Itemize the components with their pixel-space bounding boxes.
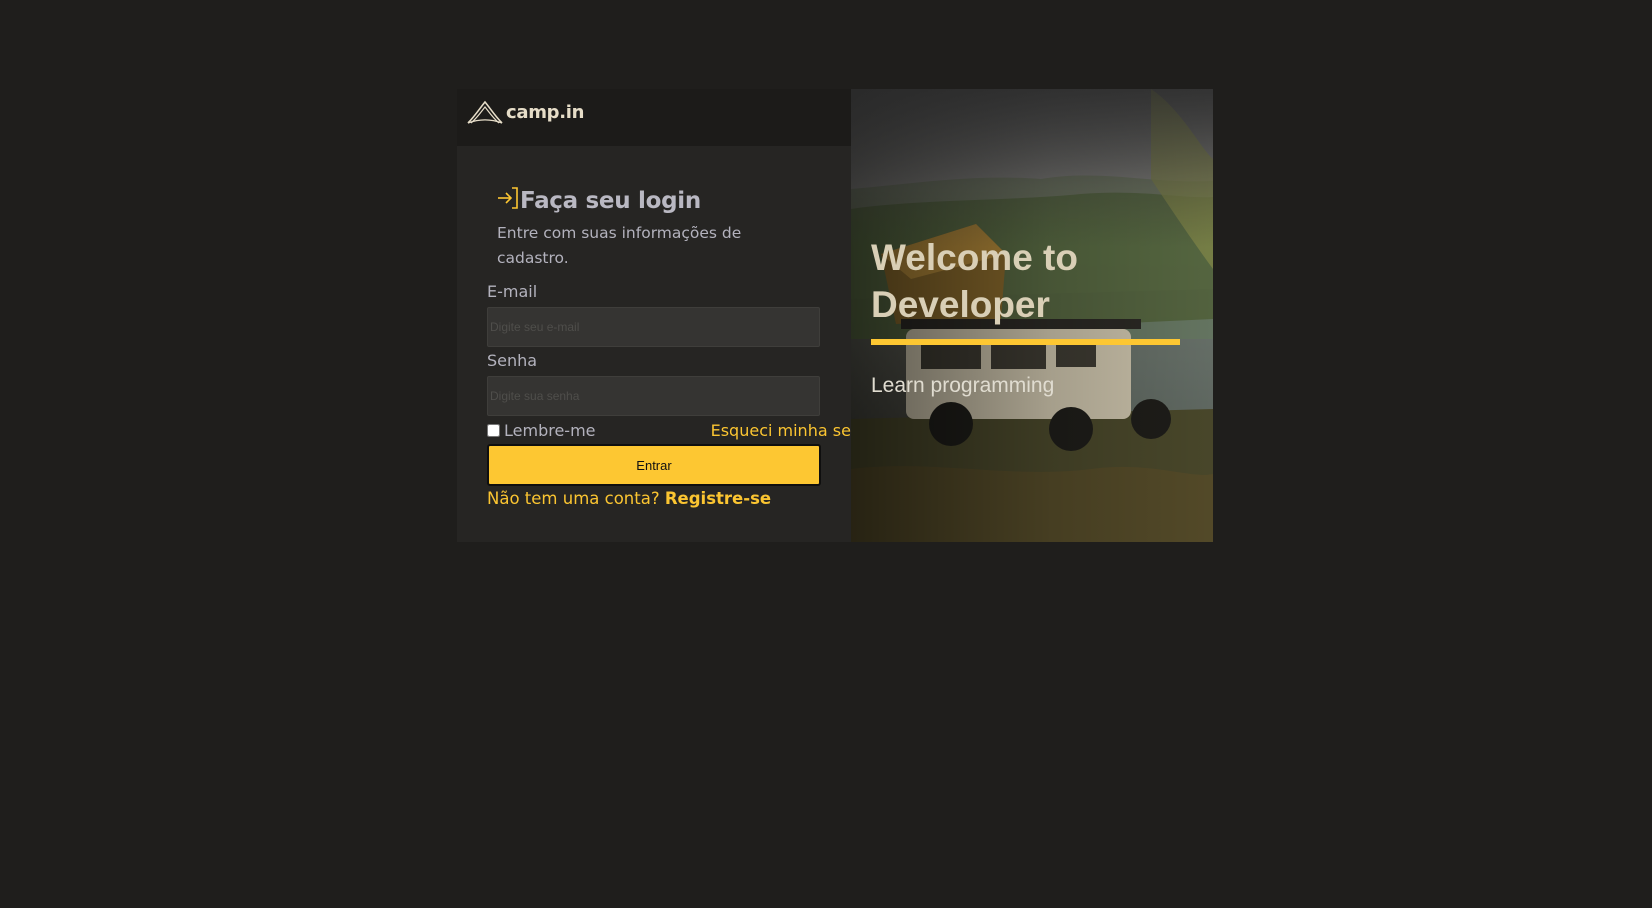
hero-panel: Welcome to Developer Learn programming (851, 89, 1213, 542)
login-title: Faça seu login (520, 188, 701, 214)
password-label: Senha (487, 351, 538, 370)
login-subtitle: Entre com suas informações de cadastro. (497, 224, 742, 267)
hero-title: Welcome to Developer (871, 237, 1078, 325)
login-button[interactable]: Entrar (487, 444, 821, 486)
remember-me-checkbox[interactable] (487, 424, 500, 437)
register-link[interactable]: Registre-se (665, 489, 771, 508)
hero-divider (871, 339, 1180, 345)
brand-name: camp.in (506, 102, 585, 123)
login-panel: camp.in Faça seu login Entre com suas in… (457, 89, 881, 542)
email-field[interactable] (487, 307, 820, 347)
email-label: E-mail (487, 282, 538, 301)
register-line: Não tem uma conta? Registre-se (487, 489, 771, 508)
login-heading: Faça seu login (497, 187, 701, 214)
tent-icon (467, 100, 503, 124)
register-prompt: Não tem uma conta? (487, 489, 660, 508)
password-field[interactable] (487, 376, 820, 416)
hero-subtitle: Learn programming (871, 374, 1055, 397)
brand-bar: camp.in (457, 89, 851, 146)
remember-me-label: Lembre-me (504, 421, 596, 440)
login-page: camp.in Faça seu login Entre com suas in… (0, 0, 1652, 908)
sign-in-arrow-icon (498, 187, 518, 209)
remember-me[interactable]: Lembre-me (487, 421, 596, 440)
